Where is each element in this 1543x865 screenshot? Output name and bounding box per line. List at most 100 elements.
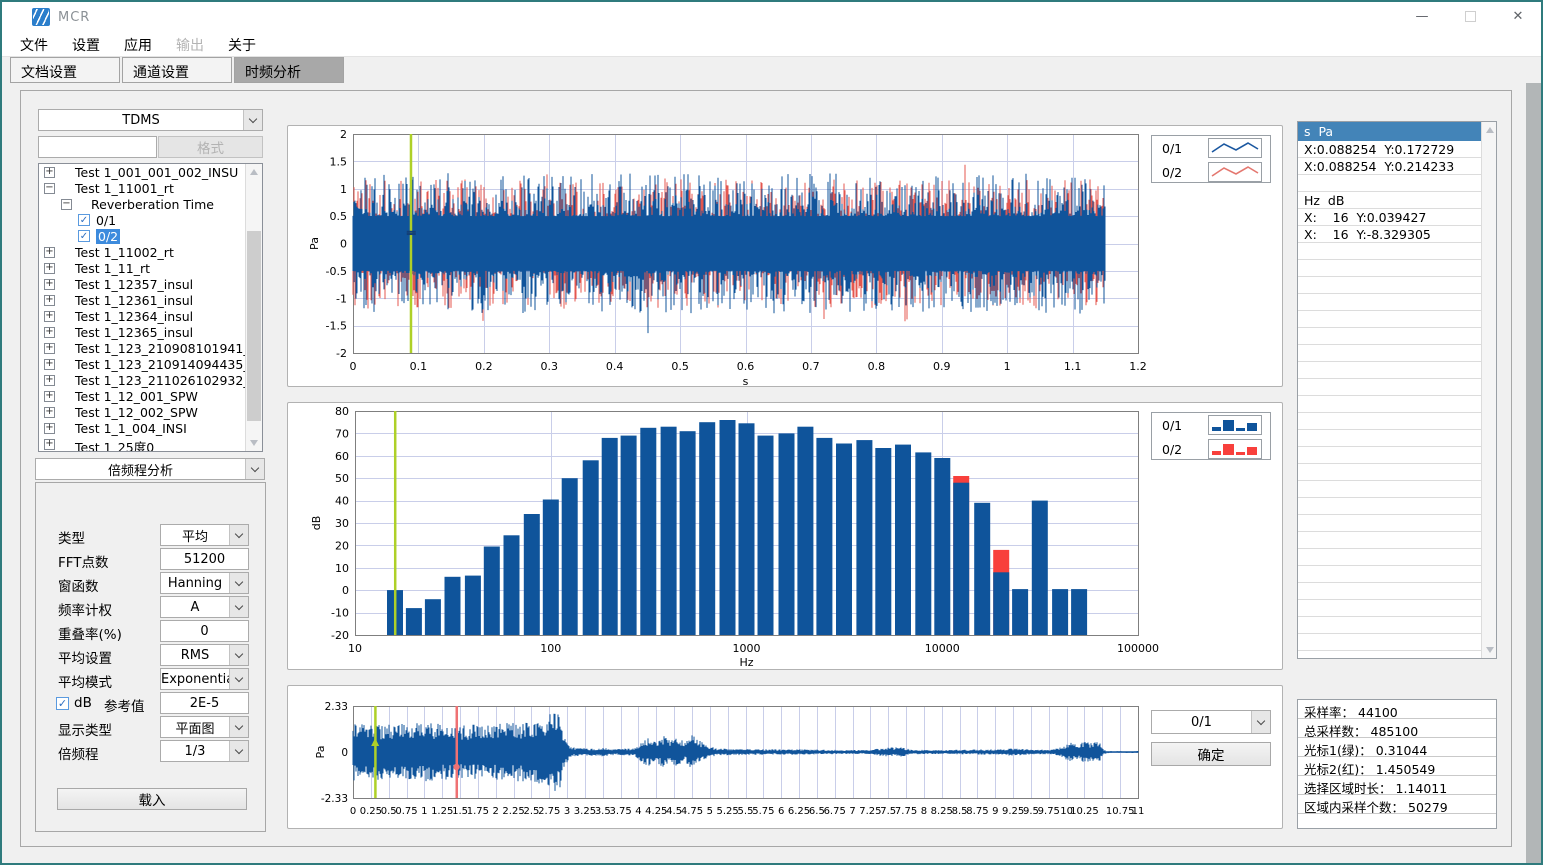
chevron-down-icon bbox=[229, 597, 248, 617]
expand-icon[interactable]: + bbox=[44, 247, 55, 258]
db-checkbox[interactable]: ✓ bbox=[56, 697, 69, 710]
svg-text:s: s bbox=[743, 375, 749, 388]
tree-item[interactable]: −Test 1_11001_rt bbox=[39, 180, 246, 196]
type-select[interactable]: 平均 bbox=[160, 524, 249, 546]
tree-rows: +Test 1_001_001_002_INSU−Test 1_11001_rt… bbox=[39, 164, 246, 451]
list-row[interactable] bbox=[1298, 175, 1481, 192]
filter-input[interactable] bbox=[38, 136, 157, 158]
tree-item[interactable]: +Test 1_12365_insul bbox=[39, 324, 246, 340]
expand-icon[interactable]: + bbox=[44, 263, 55, 274]
expand-icon[interactable]: + bbox=[44, 359, 55, 370]
svg-text:1000: 1000 bbox=[733, 642, 761, 655]
tree-checkbox[interactable]: ✓ bbox=[78, 214, 90, 226]
average-setting-select[interactable]: RMS bbox=[160, 644, 249, 666]
scroll-up-icon[interactable] bbox=[250, 169, 258, 175]
expand-icon[interactable]: + bbox=[44, 279, 55, 290]
list-row[interactable]: X:0.088254 Y:0.214233 bbox=[1298, 158, 1481, 175]
tab-time-frequency-analysis[interactable]: 时频分析 bbox=[234, 57, 344, 83]
menu-item-file[interactable]: 文件 bbox=[8, 32, 60, 58]
legend-label: 0/1 bbox=[1162, 418, 1182, 433]
collapse-icon[interactable]: − bbox=[61, 199, 72, 210]
octave-fraction-select[interactable]: 1/3 bbox=[160, 740, 249, 762]
scroll-up-icon[interactable] bbox=[1486, 127, 1494, 133]
tab-channel-settings[interactable]: 通道设置 bbox=[122, 57, 232, 83]
list-row[interactable]: Hz dB bbox=[1298, 192, 1481, 209]
collapse-icon[interactable]: − bbox=[44, 183, 55, 194]
scroll-down-icon[interactable] bbox=[1486, 647, 1494, 653]
expand-icon[interactable]: + bbox=[44, 295, 55, 306]
scroll-down-icon[interactable] bbox=[250, 440, 258, 446]
right-scroll-strip[interactable] bbox=[1526, 83, 1541, 865]
confirm-button[interactable]: 确定 bbox=[1151, 742, 1271, 766]
window-function-select[interactable]: Hanning bbox=[160, 572, 249, 594]
reference-value-input[interactable] bbox=[160, 692, 249, 714]
tree-item[interactable]: −Reverberation Time bbox=[39, 196, 246, 212]
tree-item[interactable]: +Test 1_123_210914094435_spw bbox=[39, 356, 246, 372]
list-header[interactable]: s Pa bbox=[1298, 122, 1481, 141]
octave-spectrum-plot[interactable]: 80706050403020100-10-2010100100010000100… bbox=[288, 403, 1284, 671]
tree-item[interactable]: +Test 1_11002_rt bbox=[39, 244, 246, 260]
list-row[interactable]: X:0.088254 Y:0.172729 bbox=[1298, 141, 1481, 158]
menu-item-settings[interactable]: 设置 bbox=[60, 32, 112, 58]
tree-item[interactable]: +Test 1_12_001_SPW bbox=[39, 388, 246, 404]
legend-swatch-line-icon[interactable] bbox=[1208, 138, 1262, 158]
legend-swatch-bars-icon[interactable] bbox=[1208, 439, 1262, 459]
tree-item[interactable]: +Test 1_123_210908101941_spw bbox=[39, 340, 246, 356]
list-row[interactable]: X: 16 Y:0.039427 bbox=[1298, 209, 1481, 226]
format-button[interactable]: 格式 bbox=[158, 136, 263, 158]
tree-checkbox[interactable]: ✓ bbox=[78, 230, 90, 242]
list-row-empty bbox=[1298, 362, 1481, 379]
expand-icon[interactable]: + bbox=[44, 423, 55, 434]
expand-icon[interactable]: + bbox=[44, 311, 55, 322]
tree-item[interactable]: +Test 1_12361_insul bbox=[39, 292, 246, 308]
frequency-weighting-select[interactable]: A bbox=[160, 596, 249, 618]
tree-item[interactable]: +Test 1_12357_insul bbox=[39, 276, 246, 292]
time-cursor-green[interactable] bbox=[410, 134, 413, 353]
tree-item[interactable]: +Test 1_1_004_INSI bbox=[39, 420, 246, 436]
stats-row: 总采样数： 485100 bbox=[1298, 719, 1496, 738]
expand-icon[interactable]: + bbox=[44, 167, 55, 178]
expand-icon[interactable]: + bbox=[44, 407, 55, 418]
tree-item[interactable]: ✓0/2 bbox=[39, 228, 246, 244]
minimize-button[interactable]: — bbox=[1413, 8, 1431, 26]
analysis-type-select[interactable]: 倍频程分析 bbox=[35, 458, 265, 480]
expand-icon[interactable]: + bbox=[44, 327, 55, 338]
tab-document-settings[interactable]: 文档设置 bbox=[10, 57, 120, 83]
overlap-input[interactable] bbox=[160, 620, 249, 642]
tree-item[interactable]: +Test 1_12_002_SPW bbox=[39, 404, 246, 420]
svg-text:1.5: 1.5 bbox=[330, 155, 348, 168]
maximize-button[interactable] bbox=[1461, 8, 1479, 26]
tree-scrollbar[interactable] bbox=[245, 164, 262, 451]
file-format-select[interactable]: TDMS bbox=[38, 109, 263, 131]
tree-scrollbar-thumb[interactable] bbox=[247, 231, 261, 421]
tree-item[interactable]: +Test 1_123_211026102932_spw bbox=[39, 372, 246, 388]
expand-icon[interactable]: + bbox=[44, 391, 55, 402]
svg-text:30: 30 bbox=[335, 517, 349, 530]
expand-icon[interactable]: + bbox=[44, 375, 55, 386]
tree-item[interactable]: +Test 1_12364_insul bbox=[39, 308, 246, 324]
tree-item[interactable]: +Test 1_11_rt bbox=[39, 260, 246, 276]
load-button[interactable]: 载入 bbox=[57, 788, 247, 810]
channel-select[interactable]: 0/1 bbox=[1151, 710, 1271, 734]
expand-icon[interactable]: + bbox=[44, 439, 55, 450]
legend-swatch-bars-icon[interactable] bbox=[1208, 415, 1262, 435]
close-button[interactable]: ✕ bbox=[1509, 8, 1527, 26]
average-mode-select[interactable]: Exponential bbox=[160, 668, 249, 690]
tree-item[interactable]: +Test 1_001_001_002_INSU bbox=[39, 164, 246, 180]
overview-cursor-green[interactable] bbox=[374, 706, 377, 798]
legend-swatch-line-icon[interactable] bbox=[1208, 162, 1262, 182]
overview-cursor-red[interactable] bbox=[456, 706, 459, 798]
expand-icon[interactable]: + bbox=[44, 343, 55, 354]
menu-item-about[interactable]: 关于 bbox=[216, 32, 268, 58]
menu-item-apply[interactable]: 应用 bbox=[112, 32, 164, 58]
list-scrollbar[interactable] bbox=[1481, 122, 1497, 658]
tree-item[interactable]: ✓0/1 bbox=[39, 212, 246, 228]
fft-points-input[interactable] bbox=[160, 548, 249, 570]
time-waveform-plot[interactable]: 21.510.50-0.5-1-1.5-200.10.20.30.40.50.6… bbox=[288, 126, 1284, 388]
spectrum-cursor-green[interactable] bbox=[394, 411, 397, 635]
display-type-select[interactable]: 平面图 bbox=[160, 716, 249, 738]
svg-text:10: 10 bbox=[335, 562, 349, 575]
overview-waveform-plot[interactable]: 2.330-2.3300.250.50.7511.251.51.7522.252… bbox=[288, 686, 1284, 830]
tree-item[interactable]: +Test 1_25度0 bbox=[39, 436, 246, 451]
list-row[interactable]: X: 16 Y:-8.329305 bbox=[1298, 226, 1481, 243]
